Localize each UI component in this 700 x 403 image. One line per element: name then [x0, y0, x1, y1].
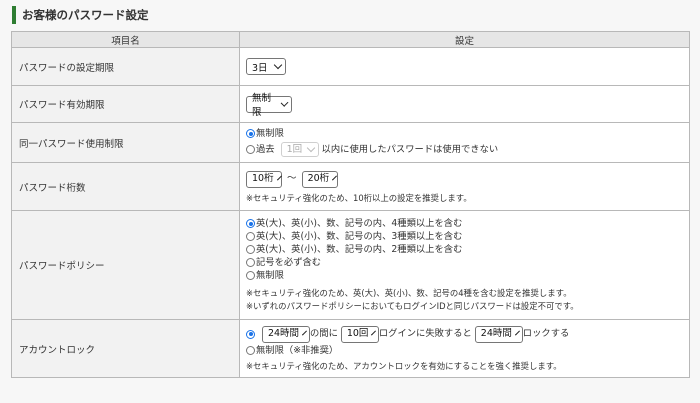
policy-label: パスワードポリシー — [11, 210, 240, 320]
lockout-note: ※セキュリティ強化のため、アカウントロックを有効にすることを強く推奨します。 — [246, 361, 562, 371]
row-expiry-setting: パスワードの設定期限 3日 — [11, 47, 690, 86]
radio-selected-icon[interactable] — [246, 219, 255, 228]
expiry-setting-label: パスワードの設定期限 — [11, 47, 240, 86]
chevron-down-icon — [276, 175, 282, 180]
lockout-text-between: の間に — [309, 328, 338, 339]
digits-label: パスワード桁数 — [11, 162, 240, 211]
lockout-text-fail: ログインに失敗すると — [378, 328, 472, 339]
expiry-setting-value: 3日 — [252, 62, 268, 74]
policy-option-unlimited[interactable]: 無制限 — [246, 269, 689, 282]
chevron-down-icon — [302, 330, 308, 335]
validity-select[interactable]: 無制限 — [246, 93, 292, 118]
row-reuse: 同一パスワード使用制限 無制限 過去 1回 以内に使用したパスワードは使用できな… — [11, 122, 690, 163]
policy-option-2[interactable]: 英(大)、英(小)、数、記号の内、2種類以上を含む — [246, 243, 689, 256]
chevron-down-icon — [280, 98, 289, 107]
header-item-name: 項目名 — [11, 31, 240, 48]
policy-option-4[interactable]: 英(大)、英(小)、数、記号の内、4種類以上を含む — [246, 217, 689, 230]
policy-option-symbol[interactable]: 記号を必ず含む — [246, 256, 689, 269]
lockout-text-lock: ロックする — [522, 328, 570, 339]
digits-separator: ～ — [287, 173, 297, 184]
row-lockout: アカウントロック 24時間 の間に 10回 ログインに失敗すると 24時間 ロックする… — [11, 319, 690, 378]
chevron-down-icon — [332, 175, 338, 180]
radio-icon[interactable] — [246, 271, 255, 280]
lockout-option-enabled[interactable]: 24時間 の間に 10回 ログインに失敗すると 24時間 ロックする — [246, 324, 689, 344]
header-setting: 設定 — [239, 31, 690, 48]
radio-icon[interactable] — [246, 245, 255, 254]
reuse-label: 同一パスワード使用制限 — [11, 122, 240, 163]
reuse-option-past[interactable]: 過去 1回 以内に使用したパスワードは使用できない — [246, 141, 689, 159]
lockout-period-select[interactable]: 24時間 — [261, 325, 310, 343]
digits-min-select[interactable]: 10桁 — [246, 170, 282, 188]
digits-note: ※セキュリティ強化のため、10桁以上の設定を推奨します。 — [246, 193, 472, 203]
radio-icon[interactable] — [246, 346, 255, 355]
reuse-count-select[interactable]: 1回 — [280, 142, 319, 157]
radio-selected-icon[interactable] — [246, 129, 255, 138]
validity-value: 無制限 — [252, 93, 272, 118]
lockout-duration-select[interactable]: 24時間 — [474, 325, 523, 343]
digits-max-select[interactable]: 20桁 — [301, 170, 338, 188]
lockout-count-select[interactable]: 10回 — [340, 325, 379, 343]
chevron-down-icon — [273, 60, 283, 70]
radio-icon[interactable] — [246, 258, 255, 267]
row-policy: パスワードポリシー 英(大)、英(小)、数、記号の内、4種類以上を含む 英(大)… — [11, 210, 690, 320]
radio-selected-icon[interactable] — [246, 329, 255, 339]
validity-label: パスワード有効期限 — [11, 85, 240, 123]
chevron-down-icon — [514, 330, 520, 335]
policy-note-1: ※セキュリティ強化のため、英(大)、英(小)、数、記号の4種を含む設定を推奨しま… — [246, 288, 572, 298]
chevron-down-icon — [371, 330, 377, 335]
expiry-setting-select[interactable]: 3日 — [246, 58, 286, 75]
password-settings-table: 項目名 設定 パスワードの設定期限 3日 パスワード有効期限 無制限 同一パスワ… — [11, 31, 690, 378]
reuse-option-unlimited[interactable]: 無制限 — [246, 127, 689, 141]
chevron-down-icon — [306, 143, 315, 153]
section-title: お客様のパスワード設定 — [12, 6, 149, 24]
table-header-row: 項目名 設定 — [11, 31, 690, 48]
policy-option-3[interactable]: 英(大)、英(小)、数、記号の内、3種類以上を含む — [246, 230, 689, 243]
row-digits: パスワード桁数 10桁 ～ 20桁 ※セキュリティ強化のため、10桁以上の設定を… — [11, 162, 690, 211]
radio-icon[interactable] — [246, 232, 255, 241]
reuse-suffix-text: 以内に使用したパスワードは使用できない — [321, 143, 499, 155]
radio-icon[interactable] — [246, 145, 255, 154]
policy-note-2: ※いずれのパスワードポリシーにおいてもログインIDと同じパスワードは設定不可です… — [246, 301, 579, 311]
lockout-option-unlimited[interactable]: 無制限（※非推奨） — [246, 344, 689, 357]
lockout-label: アカウントロック — [11, 319, 240, 378]
row-validity: パスワード有効期限 無制限 — [11, 85, 690, 123]
